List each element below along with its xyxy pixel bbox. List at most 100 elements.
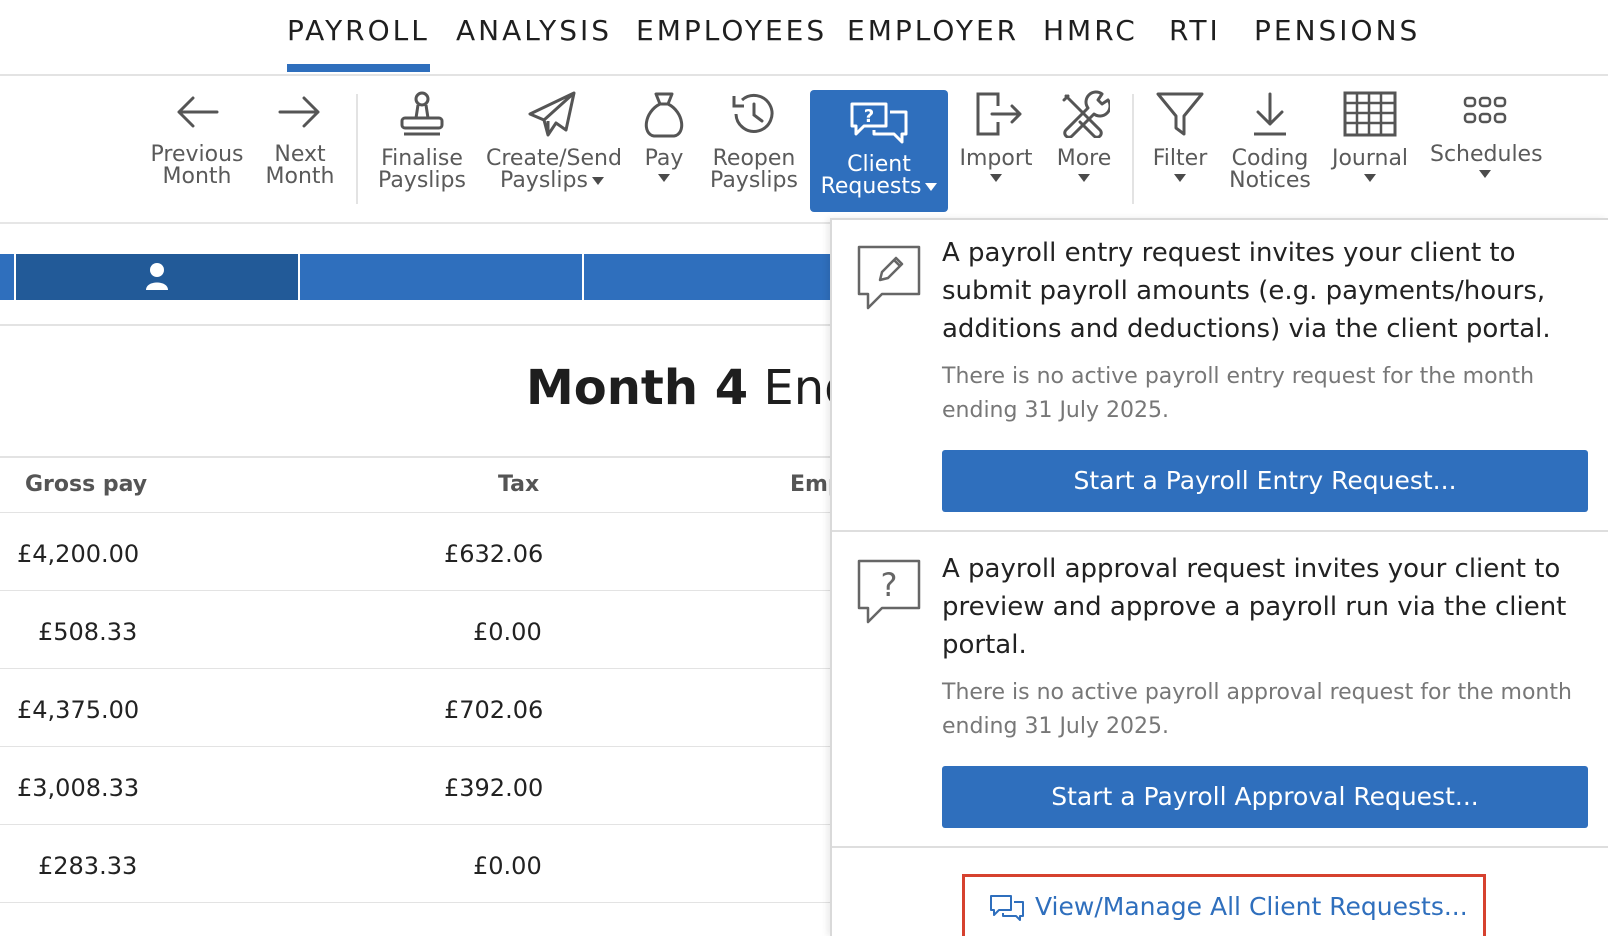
employee-bar-segment[interactable] [0, 254, 14, 300]
previous-month-label-1: Previous [150, 142, 244, 167]
cell-tax: £632.06 [444, 540, 544, 568]
journal-label: Journal [1331, 146, 1409, 171]
row-divider [0, 824, 840, 825]
import-label: Import [959, 146, 1033, 171]
toolbar-separator [356, 94, 358, 204]
import-button[interactable]: Import [958, 90, 1034, 210]
pay-button[interactable]: Pay [636, 90, 692, 210]
start-payroll-approval-request-button[interactable]: Start a Payroll Approval Request... [942, 766, 1588, 828]
person-icon [146, 262, 168, 294]
chat-question-icon: ? [850, 102, 908, 144]
row-divider [0, 902, 840, 903]
question-chat-icon: ? [856, 558, 922, 632]
cell-tax: £0.00 [473, 618, 542, 646]
tab-analysis[interactable]: ANALYSIS [456, 14, 612, 54]
stamp-icon [400, 91, 444, 136]
chevron-down-icon [925, 183, 938, 191]
page-title: Month 4 End [526, 360, 855, 416]
cell-gross-pay: £508.33 [38, 618, 138, 646]
pay-label: Pay [644, 146, 684, 171]
finalise-label-1: Finalise [381, 146, 463, 171]
more-button[interactable]: More [1052, 90, 1116, 210]
filter-button[interactable]: Filter [1152, 90, 1208, 210]
import-icon [976, 92, 1022, 136]
table-top-divider [0, 456, 840, 458]
previous-month-label-2: Month [162, 164, 232, 189]
dropdown-divider [832, 530, 1608, 532]
cell-gross-pay: £4,375.00 [17, 696, 140, 724]
schedules-button[interactable]: Schedules [1430, 90, 1543, 210]
cell-gross-pay: £283.33 [38, 852, 138, 880]
svg-text:?: ? [881, 566, 898, 604]
section-divider [0, 324, 840, 326]
tab-employees[interactable]: EMPLOYEES [636, 14, 827, 54]
chevron-down-icon [658, 174, 670, 182]
create-send-payslips-button[interactable]: Create/Send Payslips [486, 90, 622, 210]
view-manage-link-text: View/Manage All Client Requests... [1035, 892, 1468, 921]
journal-button[interactable]: Journal [1330, 90, 1410, 210]
svg-text:?: ? [864, 106, 874, 127]
history-icon [732, 93, 774, 133]
download-icon [1254, 92, 1286, 136]
chevron-down-icon [591, 177, 604, 185]
tab-pensions[interactable]: PENSIONS [1254, 14, 1420, 54]
toolbar: Previous Month Next Month Finalise Paysl… [0, 76, 1608, 224]
finalise-payslips-button[interactable]: Finalise Payslips [376, 90, 468, 210]
client-requests-label-2: Requests [810, 176, 948, 198]
cell-tax: £0.00 [473, 852, 542, 880]
coding-notices-button[interactable]: Coding Notices [1228, 90, 1312, 210]
filter-label: Filter [1152, 146, 1208, 171]
client-requests-label-1: Client [847, 152, 911, 177]
next-month-label-2: Month [265, 164, 335, 189]
tab-hmrc[interactable]: HMRC [1043, 14, 1138, 54]
create-send-label-text: Payslips [500, 168, 588, 193]
column-header-tax[interactable]: Tax [498, 472, 539, 497]
reopen-label-2: Payslips [710, 168, 798, 193]
coding-label-2: Notices [1229, 168, 1311, 193]
dropdown-divider [832, 846, 1608, 848]
employee-bar-segment[interactable] [300, 254, 582, 300]
schedules-label: Schedules [1430, 142, 1543, 167]
money-bag-icon [644, 92, 684, 138]
approval-request-note: There is no active payroll approval requ… [942, 680, 1572, 739]
tools-icon [1062, 90, 1110, 138]
chat-bubbles-icon [990, 895, 1024, 921]
tab-payroll[interactable]: PAYROLL [287, 14, 430, 72]
employee-bar-segment[interactable] [584, 254, 844, 300]
row-divider [0, 746, 840, 747]
paper-plane-icon [528, 91, 576, 137]
chevron-down-icon [1078, 174, 1090, 182]
filter-icon [1156, 92, 1204, 136]
start-payroll-entry-request-button[interactable]: Start a Payroll Entry Request... [942, 450, 1588, 512]
entry-request-note: There is no active payroll entry request… [942, 364, 1535, 423]
row-divider [0, 590, 840, 591]
page-title-bold: Month 4 [526, 360, 749, 416]
column-header-gross-pay[interactable]: Gross pay [25, 472, 147, 497]
finalise-label-2: Payslips [378, 168, 466, 193]
reopen-payslips-button[interactable]: Reopen Payslips [710, 90, 798, 210]
entry-request-description: A payroll entry request invites your cli… [942, 238, 1551, 344]
chevron-down-icon [1364, 174, 1376, 182]
arrow-left-icon [177, 96, 219, 128]
toolbar-separator [1132, 94, 1134, 204]
create-send-label-2: Payslips [486, 170, 618, 192]
chevron-down-icon [1174, 174, 1186, 182]
previous-month-button[interactable]: Previous Month [150, 90, 244, 210]
tab-rti[interactable]: RTI [1169, 14, 1221, 54]
row-divider [0, 512, 840, 513]
coding-label-1: Coding [1231, 146, 1309, 171]
cell-tax: £702.06 [444, 696, 544, 724]
client-requests-label-text: Requests [820, 174, 922, 199]
view-manage-client-requests-link[interactable]: View/Manage All Client Requests... [962, 874, 1486, 936]
cell-tax: £392.00 [444, 774, 544, 802]
next-month-button[interactable]: Next Month [262, 90, 338, 210]
grid-table-icon [1343, 91, 1397, 137]
apps-grid-icon [1463, 96, 1507, 124]
client-requests-button[interactable]: ? Client Requests [810, 90, 948, 212]
pencil-chat-icon [856, 244, 922, 318]
tab-employer[interactable]: EMPLOYER [847, 14, 1019, 54]
chevron-down-icon [1479, 170, 1491, 178]
chevron-down-icon [990, 174, 1002, 182]
top-nav: PAYROLL ANALYSIS EMPLOYEES EMPLOYER HMRC… [0, 0, 1608, 76]
next-month-label-1: Next [274, 142, 326, 167]
